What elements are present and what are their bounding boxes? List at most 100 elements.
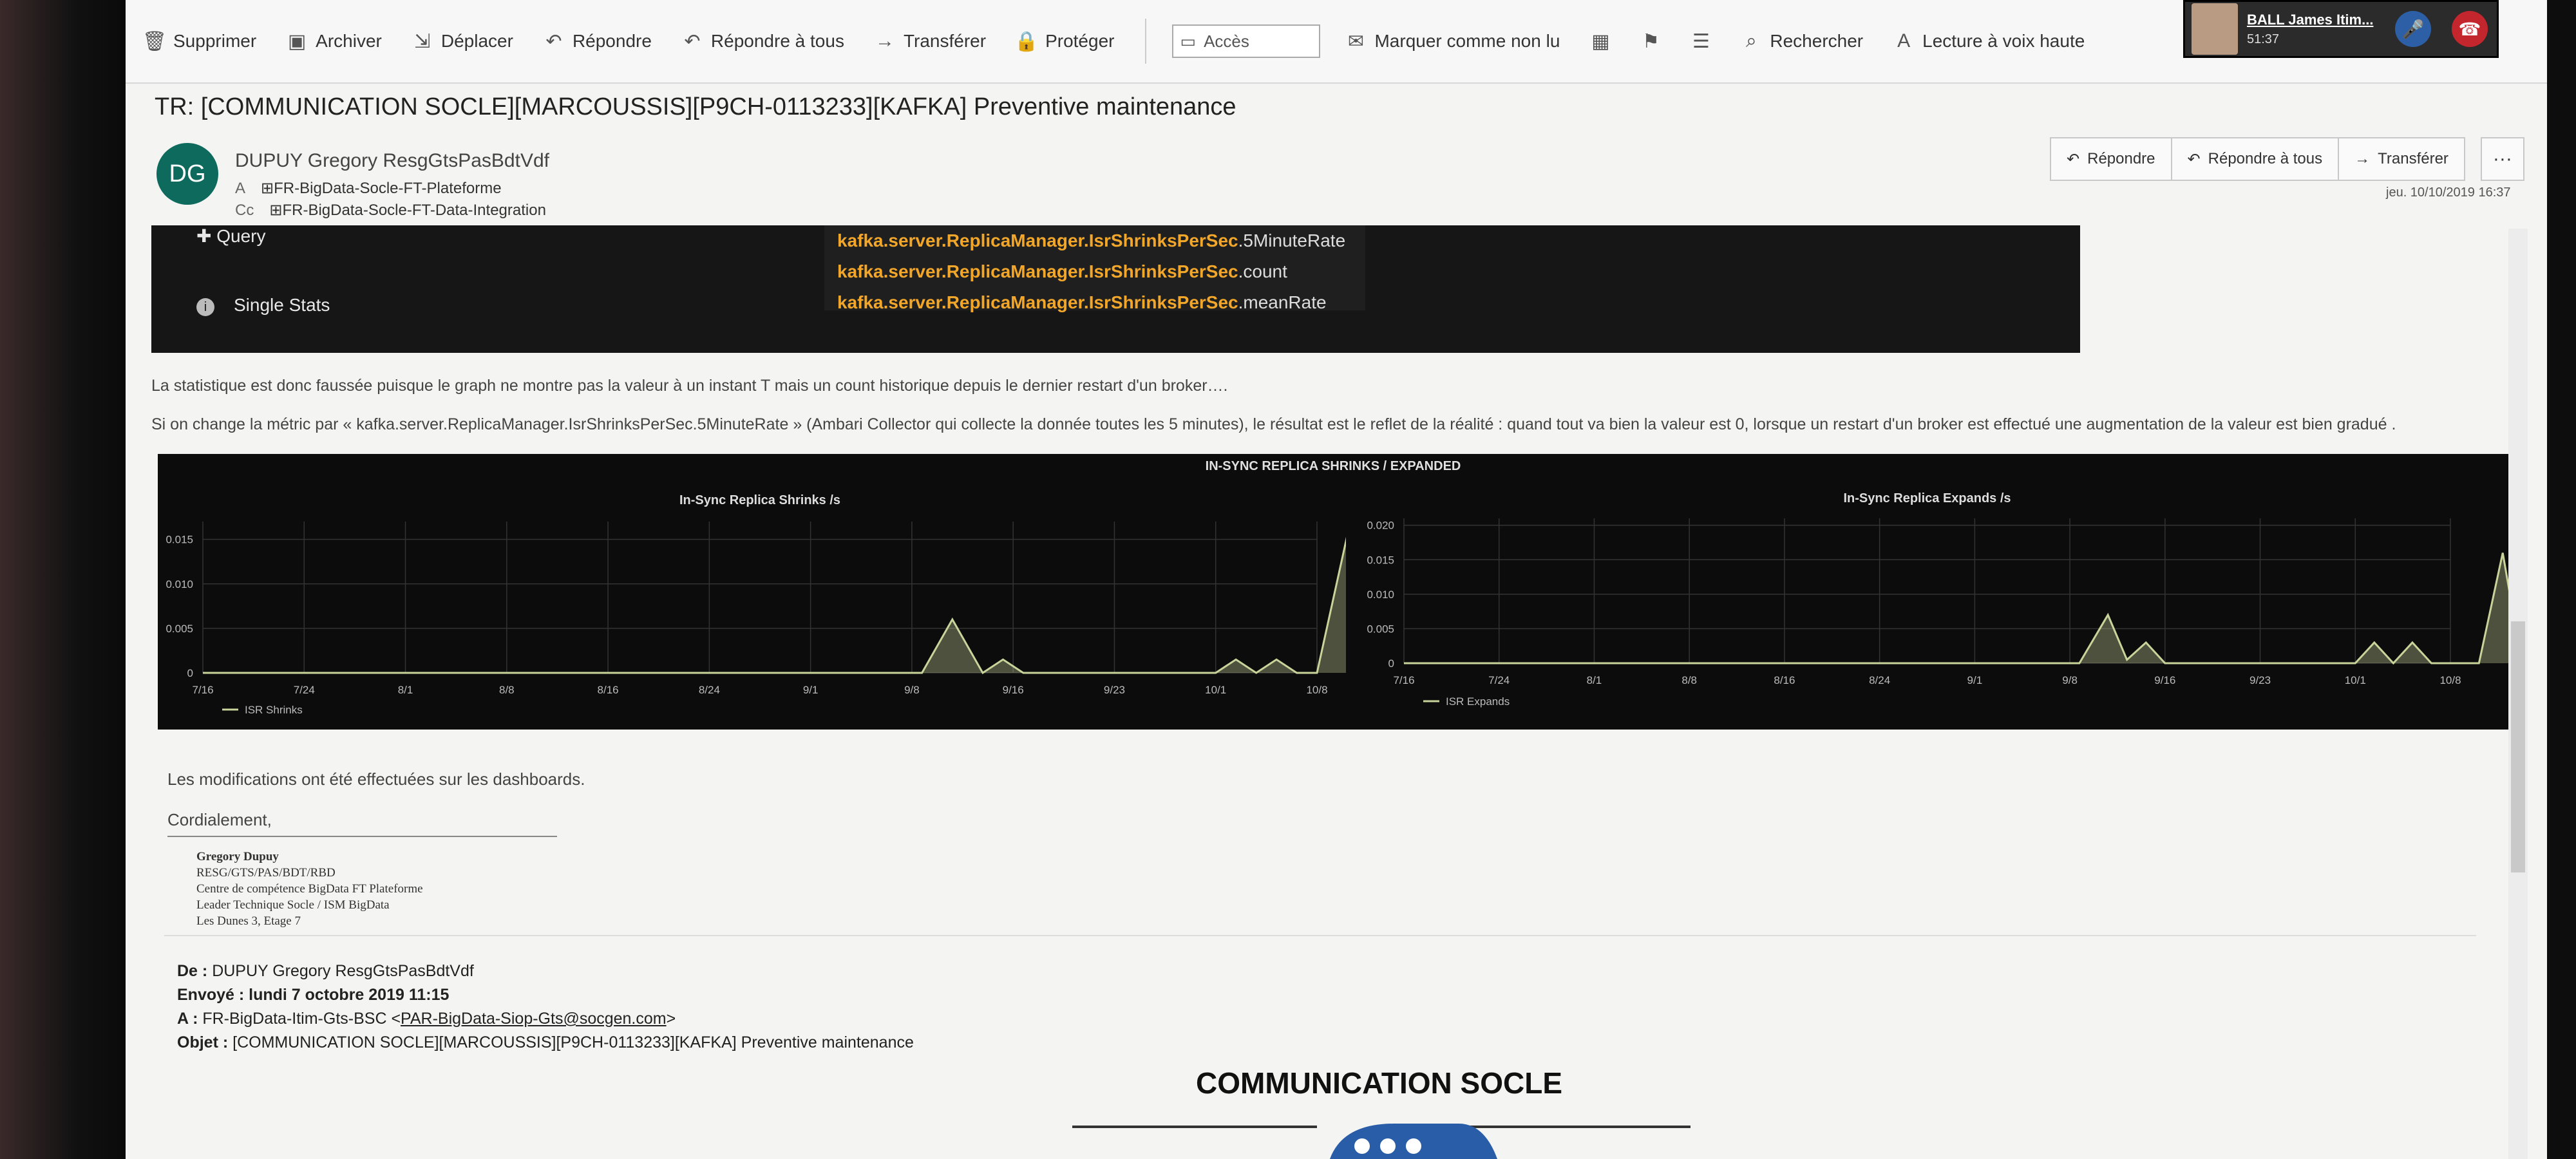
fwd-to-end: > xyxy=(666,1010,676,1028)
signature-line: RESG/GTS/PAS/BDT/RBD xyxy=(196,866,336,880)
query-label: Query xyxy=(216,226,266,246)
x-tick-label: 8/1 xyxy=(1587,674,1602,686)
expand-icon[interactable]: ⊞ xyxy=(261,180,274,197)
forward-button[interactable]: → Transférer xyxy=(875,30,986,52)
rules-icon: ☰ xyxy=(1692,30,1710,52)
metric-suffix: .count xyxy=(1238,261,1287,281)
fwd-to-value: FR-BigData-Itim-Gts-BSC < xyxy=(202,1010,401,1028)
more-actions-button[interactable]: ··· xyxy=(2480,137,2524,181)
legend-label: ISR Shrinks xyxy=(245,704,303,716)
reply-button[interactable]: ↶ Répondre xyxy=(2050,137,2172,181)
hangup-icon: ☎ xyxy=(2458,19,2481,39)
forward-icon: → xyxy=(875,30,895,52)
fwd-to: A : FR-BigData-Itim-Gts-BSC <PAR-BigData… xyxy=(177,1007,914,1031)
read-aloud-icon: A xyxy=(1897,30,1911,52)
categorize-icon: ▦ xyxy=(1591,30,1610,52)
x-tick-label: 10/1 xyxy=(2345,674,2366,686)
ribbon-group-actions: 🗑 Supprimer ▣ Archiver ⇲ Déplacer ↶ Répondre ↶ Ré… xyxy=(142,30,1145,52)
to-line: A ⊞FR-BigData-Socle-FT-Plateforme xyxy=(235,179,502,198)
metric-match: kafka.server.ReplicaManager.IsrShrinksPe… xyxy=(837,292,1238,312)
reply-all-button[interactable]: ↶ Répondre à tous xyxy=(683,31,844,52)
sender-name[interactable]: DUPUY Gregory ResgGtsPasBdtVdf xyxy=(235,150,549,172)
move-button[interactable]: ⇲ Déplacer xyxy=(413,31,513,52)
envelope-button[interactable]: ✉ Marquer comme non lu xyxy=(1346,31,1560,52)
signature-line: Gregory Dupuy xyxy=(196,850,279,863)
to-recipient[interactable]: FR-BigData-Socle-FT-Plateforme xyxy=(274,180,501,197)
scrollbar-thumb[interactable] xyxy=(2511,621,2525,872)
lock-icon: 🔒 xyxy=(1014,30,1039,52)
x-tick-label: 8/24 xyxy=(699,684,720,696)
metric-suggestion[interactable]: kafka.server.ReplicaManager.IsrShrinksPe… xyxy=(824,256,1365,287)
teams-call-popup: BALL James Itim... 51:37 🎤 ☎ xyxy=(2183,0,2499,58)
x-tick-label: 8/16 xyxy=(598,684,619,696)
email-subject: TR: [COMMUNICATION SOCLE][MARCOUSSIS][P9… xyxy=(155,93,1236,120)
y-tick-label: 0.015 xyxy=(166,534,193,546)
forward-button[interactable]: → Transférer xyxy=(2338,137,2465,181)
x-tick-label: 10/1 xyxy=(1205,684,1226,696)
ribbon-label: Répondre xyxy=(572,31,652,51)
archive-button[interactable]: ▣ Archiver xyxy=(287,31,382,52)
modifications-text: Les modifications ont été effectuées sur… xyxy=(167,769,585,789)
call-duration: 51:37 xyxy=(2247,32,2280,46)
x-tick-label: 8/8 xyxy=(499,684,515,696)
reply-button[interactable]: ↶ Répondre xyxy=(544,31,652,52)
metric-match: kafka.server.ReplicaManager.IsrShrinksPe… xyxy=(837,231,1238,250)
cc-recipient[interactable]: FR-BigData-Socle-FT-Data-Integration xyxy=(282,202,545,219)
communication-heading: COMMUNICATION SOCLE xyxy=(1196,1066,1563,1100)
to-label: A xyxy=(235,180,246,197)
signature-line: Les Dunes 3, Etage 7 xyxy=(196,914,301,928)
fwd-to-label: A : xyxy=(177,1010,198,1028)
search-button[interactable]: ⌕ Rechercher xyxy=(1741,30,1864,52)
signature-line: Centre de compétence BigData FT Platefor… xyxy=(196,882,423,896)
isr-shrinks-chart: In-Sync Replica Shrinks /s 7/16 7/24 8/1 8/8… xyxy=(166,493,1346,716)
vertical-scrollbar[interactable] xyxy=(2508,229,2528,1159)
metric-suggestion[interactable]: kafka.server.ReplicaManager.IsrShrinksPe… xyxy=(824,287,1365,318)
y-tick-label: 0 xyxy=(1388,657,1394,670)
ribbon-label: Archiver xyxy=(316,31,382,51)
reply-icon: ↶ xyxy=(545,30,562,52)
x-tick-label: 9/1 xyxy=(1967,674,1983,686)
caller-info: BALL James Itim... 51:37 xyxy=(2247,12,2386,47)
x-tick-label: 9/1 xyxy=(803,684,819,696)
y-tick-label: 0.020 xyxy=(1367,520,1394,532)
read-aloud-button[interactable]: A Lecture à voix haute xyxy=(1894,30,2085,52)
ribbon-label: Rechercher xyxy=(1770,31,1864,51)
fwd-from-label: De : xyxy=(177,962,208,980)
fwd-from: De : DUPUY Gregory ResgGtsPasBdtVdf xyxy=(177,959,914,983)
fwd-sent: Envoyé : lundi 7 octobre 2019 11:15 xyxy=(177,983,914,1007)
metric-suggestion[interactable]: kafka.server.ReplicaManager.IsrShrinksPe… xyxy=(824,225,1365,256)
series-area xyxy=(1404,552,2508,663)
legend-label: ISR Expands xyxy=(1446,695,1510,708)
trash-button[interactable]: 🗑 Supprimer xyxy=(142,31,256,52)
flag-button[interactable]: ⚑ xyxy=(1641,31,1660,52)
categorize-button[interactable]: ▦ xyxy=(1591,30,1610,52)
x-tick-label: 10/8 xyxy=(1306,684,1327,696)
fwd-to-link[interactable]: PAR-BigData-Siop-Gts@socgen.com xyxy=(401,1010,667,1028)
ribbon-label: Protéger xyxy=(1045,31,1115,51)
quick-steps-acces[interactable]: ▭ Accès xyxy=(1172,24,1321,58)
caller-name[interactable]: BALL James Itim... xyxy=(2247,12,2386,28)
metric-suffix: .meanRate xyxy=(1238,292,1327,312)
hangup-button[interactable]: ☎ xyxy=(2452,11,2488,47)
rules-button[interactable]: ☰ xyxy=(1691,30,1710,52)
lock-button[interactable]: 🔒 Protéger xyxy=(1014,30,1115,52)
reply-all-button[interactable]: ↶ Répondre à tous xyxy=(2170,137,2340,181)
reply-label: Répondre xyxy=(2087,150,2155,167)
cc-line: Cc ⊞FR-BigData-Socle-FT-Data-Integration xyxy=(235,201,546,220)
acces-label: Accès xyxy=(1204,31,1249,51)
mute-button[interactable]: 🎤 xyxy=(2395,11,2431,47)
x-tick-label: 8/8 xyxy=(1681,674,1697,686)
sender-avatar[interactable]: DG xyxy=(156,143,218,205)
archive-icon: ▣ xyxy=(287,30,307,52)
x-tick-label: 9/16 xyxy=(1003,684,1024,696)
y-tick-label: 0.010 xyxy=(166,578,193,590)
series-line xyxy=(1404,552,2508,665)
metric-suffix: .5MinuteRate xyxy=(1238,231,1346,250)
expand-icon[interactable]: ⊞ xyxy=(269,202,282,219)
ribbon-label: Marquer comme non lu xyxy=(1374,31,1560,51)
fwd-sent-value: lundi 7 octobre 2019 11:15 xyxy=(249,986,450,1004)
envelope-icon: ✉ xyxy=(1347,30,1365,52)
x-tick-label: 8/1 xyxy=(398,684,413,696)
x-tick-label: 9/23 xyxy=(1104,684,1125,696)
outlook-window: 🗑 Supprimer ▣ Archiver ⇲ Déplacer ↶ Répondre ↶ Ré… xyxy=(126,0,2547,1159)
